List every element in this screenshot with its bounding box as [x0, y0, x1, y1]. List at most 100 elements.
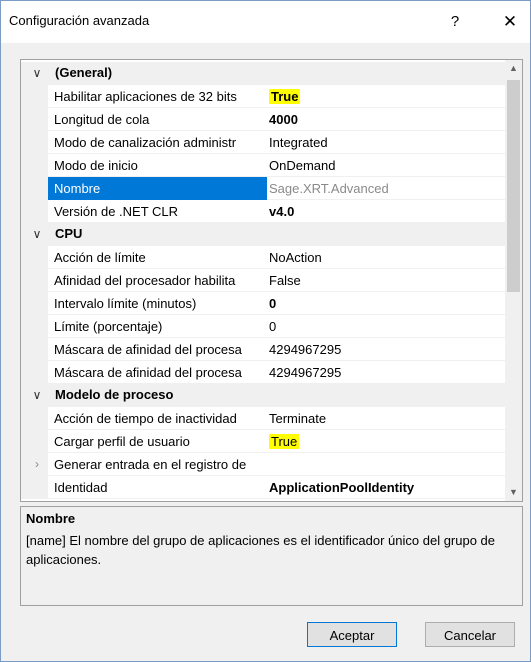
property-value[interactable]: [267, 453, 269, 476]
category-row[interactable]: ∨ Modelo de proceso: [21, 384, 505, 407]
property-name[interactable]: Modo de canalización administr: [48, 131, 267, 154]
property-name[interactable]: Versión de .NET CLR: [48, 200, 267, 223]
help-button[interactable]: ?: [441, 7, 469, 37]
expand-chevron-icon[interactable]: ›: [29, 455, 45, 473]
dialog-title: Configuración avanzada: [9, 13, 150, 28]
property-row[interactable]: Versión de .NET CLR v4.0: [21, 200, 505, 223]
property-value[interactable]: NoAction: [267, 246, 322, 269]
property-name[interactable]: Acción de límite: [48, 246, 267, 269]
property-row[interactable]: › Generar entrada en el registro de: [21, 453, 505, 476]
row-gutter: [21, 246, 48, 269]
category-row[interactable]: ∨ (General): [21, 62, 505, 85]
property-row[interactable]: Máscara de afinidad del procesa 429496729…: [21, 338, 505, 361]
property-row[interactable]: Modo de canalización administr Integrated: [21, 131, 505, 154]
vertical-scrollbar[interactable]: ▲ ▼: [505, 60, 522, 501]
property-row[interactable]: Afinidad del procesador habilita False: [21, 269, 505, 292]
property-value[interactable]: Sage.XRT.Advanced: [267, 177, 389, 200]
collapse-chevron-icon[interactable]: ∨: [29, 225, 45, 243]
property-name[interactable]: Cargar perfil de usuario: [48, 430, 267, 453]
property-name[interactable]: Máscara de afinidad del procesa: [48, 338, 267, 361]
scroll-down-arrow-icon[interactable]: ▼: [505, 484, 522, 501]
row-gutter: [21, 315, 48, 338]
row-gutter: [21, 269, 48, 292]
property-value-text: True: [269, 89, 301, 104]
property-value[interactable]: v4.0: [267, 200, 294, 223]
row-gutter: [21, 361, 48, 384]
property-value[interactable]: 0: [267, 292, 276, 315]
property-name[interactable]: Habilitar aplicaciones de 32 bits: [48, 85, 267, 108]
category-label: (General): [55, 65, 113, 80]
scroll-thumb[interactable]: [507, 80, 520, 292]
property-value[interactable]: 0: [267, 315, 276, 338]
property-value-text: 0: [269, 296, 277, 311]
property-row[interactable]: Cargar perfil de usuario True: [21, 430, 505, 453]
row-gutter: [21, 131, 48, 154]
property-row[interactable]: Acción de límite NoAction: [21, 246, 505, 269]
cancel-button[interactable]: Cancelar: [425, 622, 515, 647]
property-name[interactable]: Identidad: [48, 476, 267, 499]
property-value-text: v4.0: [269, 204, 295, 219]
row-gutter: [21, 108, 48, 131]
property-value-text: Integrated: [269, 135, 328, 150]
property-value[interactable]: OnDemand: [267, 154, 335, 177]
property-name[interactable]: Nombre: [48, 177, 267, 200]
property-name[interactable]: Acción de tiempo de inactividad: [48, 407, 267, 430]
property-row[interactable]: Habilitar aplicaciones de 32 bits True: [21, 85, 505, 108]
row-gutter: [21, 200, 48, 223]
property-value-text: True: [269, 434, 300, 449]
property-name[interactable]: Generar entrada en el registro de: [48, 453, 267, 476]
row-gutter: [21, 154, 48, 177]
property-value[interactable]: 4294967295: [267, 338, 341, 361]
row-gutter: [21, 338, 48, 361]
property-name[interactable]: Afinidad del procesador habilita: [48, 269, 267, 292]
property-row[interactable]: Identidad ApplicationPoolIdentity: [21, 476, 505, 499]
description-text: [name] El nombre del grupo de aplicacion…: [26, 533, 496, 567]
property-row[interactable]: Nombre Sage.XRT.Advanced: [21, 177, 505, 200]
property-name[interactable]: Intervalo límite (minutos): [48, 292, 267, 315]
property-name[interactable]: Modo de inicio: [48, 154, 267, 177]
collapse-chevron-icon[interactable]: ∨: [29, 64, 45, 82]
property-value-text: OnDemand: [269, 158, 336, 173]
property-value-text: 0: [269, 319, 277, 334]
property-name[interactable]: Máscara de afinidad del procesa: [48, 361, 267, 384]
property-grid[interactable]: ∨ (General) Habilitar aplicaciones de 32 b…: [20, 59, 523, 502]
description-title: Nombre: [26, 511, 76, 526]
property-value-text: 4000: [269, 112, 298, 127]
description-panel: Nombre [name] El nombre del grupo de apl…: [20, 506, 523, 606]
row-gutter: [21, 407, 48, 430]
category-label: CPU: [55, 226, 83, 241]
property-value-text: 4294967295: [269, 365, 342, 380]
property-value-text: ApplicationPoolIdentity: [269, 480, 415, 495]
close-button[interactable]: ✕: [495, 7, 525, 37]
accept-button[interactable]: Aceptar: [307, 622, 397, 647]
property-value-text: False: [269, 273, 301, 288]
row-gutter: [21, 85, 48, 108]
property-value[interactable]: Terminate: [267, 407, 326, 430]
property-value-text: Sage.XRT.Advanced: [269, 181, 389, 196]
category-label: Modelo de proceso: [55, 387, 174, 402]
property-row[interactable]: Máscara de afinidad del procesa 429496729…: [21, 361, 505, 384]
property-row[interactable]: Longitud de cola 4000: [21, 108, 505, 131]
property-value[interactable]: True: [267, 85, 301, 108]
row-gutter: [21, 430, 48, 453]
category-row[interactable]: ∨ CPU: [21, 223, 505, 246]
property-value[interactable]: 4000: [267, 108, 298, 131]
advanced-settings-dialog: Configuración avanzada ? ✕ ∨ (General) Hab…: [0, 0, 531, 662]
property-row[interactable]: Acción de tiempo de inactividad Terminate: [21, 407, 505, 430]
property-name[interactable]: Longitud de cola: [48, 108, 267, 131]
property-rows: ∨ (General) Habilitar aplicaciones de 32 b…: [21, 62, 505, 499]
property-row[interactable]: Intervalo límite (minutos) 0: [21, 292, 505, 315]
property-value-text: Terminate: [269, 411, 327, 426]
property-row[interactable]: Modo de inicio OnDemand: [21, 154, 505, 177]
property-value-text: NoAction: [269, 250, 322, 265]
property-value[interactable]: True: [267, 430, 300, 453]
collapse-chevron-icon[interactable]: ∨: [29, 386, 45, 404]
row-gutter: [21, 177, 48, 200]
scroll-up-arrow-icon[interactable]: ▲: [505, 60, 522, 77]
property-row[interactable]: Límite (porcentaje) 0: [21, 315, 505, 338]
property-value[interactable]: ApplicationPoolIdentity: [267, 476, 414, 499]
property-name[interactable]: Límite (porcentaje): [48, 315, 267, 338]
property-value[interactable]: Integrated: [267, 131, 328, 154]
property-value[interactable]: 4294967295: [267, 361, 341, 384]
property-value[interactable]: False: [267, 269, 301, 292]
